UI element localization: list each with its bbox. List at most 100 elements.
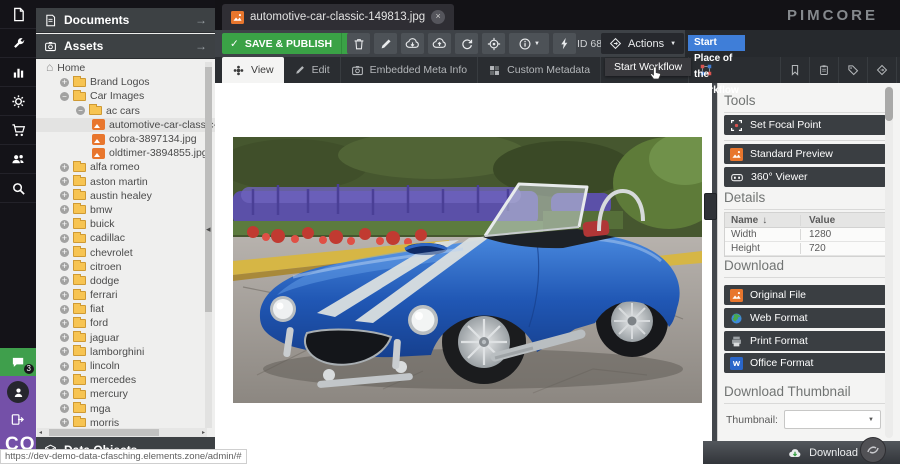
tree-item[interactable]: Brand Logos <box>36 75 215 89</box>
tree-item[interactable]: buick <box>36 217 215 231</box>
rail-settings-button[interactable] <box>0 87 36 116</box>
tree-expander-icon[interactable] <box>60 205 69 214</box>
tree-expander-icon[interactable] <box>60 333 69 342</box>
tree-expander-icon[interactable] <box>60 78 69 87</box>
tree-item[interactable]: bmw <box>36 203 215 217</box>
save-publish-button[interactable]: ✓ SAVE & PUBLISH ▼ <box>222 33 362 54</box>
locate-in-tree-button[interactable] <box>482 33 505 54</box>
tree-item[interactable]: austin healey <box>36 189 215 203</box>
tree-item[interactable]: fiat <box>36 302 215 316</box>
delete-button[interactable] <box>347 33 370 54</box>
set-focal-point-button[interactable]: Set Focal Point <box>724 115 886 135</box>
download-office-button[interactable]: Office Format <box>724 353 886 373</box>
tree-item[interactable]: chevrolet <box>36 245 215 259</box>
tree-item[interactable]: ac cars <box>36 104 215 118</box>
tree-expander-icon[interactable] <box>60 262 69 271</box>
tab-edit[interactable]: Edit <box>284 57 341 83</box>
tree-expander-icon[interactable] <box>76 106 85 115</box>
tree-expander-icon[interactable] <box>60 390 69 399</box>
tree-item[interactable]: alfa romeo <box>36 160 215 174</box>
tree-item[interactable]: automotive-car-classic-14 <box>36 118 215 132</box>
actions-button[interactable]: Actions ▼ <box>601 33 684 54</box>
details-column-name[interactable]: Name ↓ <box>725 215 801 226</box>
upload-version-button[interactable] <box>428 33 451 54</box>
side-panel-scrollbar-thumb[interactable] <box>885 87 893 121</box>
download-print-button[interactable]: Print Format <box>724 331 886 351</box>
tree-item[interactable]: citroen <box>36 260 215 274</box>
tree-collapse-icon[interactable]: ◂ <box>206 224 211 235</box>
viewer-360-button[interactable]: 360° Viewer <box>724 167 886 187</box>
tab-embedded-meta-info[interactable]: Embedded Meta Info <box>341 57 478 83</box>
tree-expander-icon[interactable] <box>60 276 69 285</box>
tree-expander-icon[interactable] <box>60 234 69 243</box>
rail-search-button[interactable] <box>0 174 36 203</box>
tree-item[interactable]: mercury <box>36 387 215 401</box>
reload-button[interactable] <box>455 33 478 54</box>
tab-tags[interactable] <box>839 57 868 83</box>
tree-expander-icon[interactable] <box>60 362 69 371</box>
download-original-button[interactable]: Original File <box>724 285 886 305</box>
tree-item[interactable]: ford <box>36 316 215 330</box>
close-icon[interactable]: × <box>431 10 445 24</box>
tree-horizontal-scrollbar-thumb[interactable] <box>49 429 159 436</box>
tree-expander-icon[interactable] <box>60 92 69 101</box>
tree-item[interactable]: cadillac <box>36 231 215 245</box>
tree-expander-icon[interactable] <box>60 291 69 300</box>
scroll-left-icon[interactable]: ◂ <box>39 429 42 436</box>
download-web-button[interactable]: Web Format <box>724 308 886 328</box>
rail-ecommerce-button[interactable] <box>0 116 36 145</box>
tree-expander-icon[interactable] <box>60 404 69 413</box>
clear-cache-button[interactable] <box>553 33 576 54</box>
tree-item[interactable]: cobra-3897134.jpg <box>36 132 215 146</box>
tree-item[interactable]: mercedes <box>36 373 215 387</box>
tree-item[interactable]: lincoln <box>36 359 215 373</box>
tree-item[interactable]: lamborghini <box>36 345 215 359</box>
tab-schedule-bookmark[interactable] <box>781 57 810 83</box>
thumbnail-select[interactable]: ▼ <box>784 410 881 429</box>
tree-vertical-scrollbar-thumb[interactable] <box>205 67 212 312</box>
tree-expander-icon[interactable] <box>60 347 69 356</box>
download-version-button[interactable] <box>401 33 424 54</box>
footer-download-button[interactable]: Download <box>787 443 858 462</box>
tree-expander-icon[interactable] <box>60 248 69 257</box>
tree-expander-icon[interactable] <box>60 220 69 229</box>
tree-item[interactable]: aston martin <box>36 175 215 189</box>
assets-panel-header[interactable]: Assets → <box>36 34 215 59</box>
tree-item[interactable]: dodge <box>36 274 215 288</box>
logout-icon[interactable] <box>10 412 25 427</box>
tree-horizontal-scrollbar[interactable]: ◂ ▸ <box>37 428 207 437</box>
tree-expander-icon[interactable] <box>60 177 69 186</box>
tree-item[interactable]: jaguar <box>36 331 215 345</box>
tab-dependencies[interactable] <box>868 57 897 83</box>
tree-expander-icon[interactable] <box>60 163 69 172</box>
tree-item[interactable]: Car Images <box>36 89 215 103</box>
side-panel-scrollbar[interactable] <box>885 86 893 438</box>
info-button[interactable]: ▼ <box>509 33 549 54</box>
tree-expander-icon[interactable] <box>60 376 69 385</box>
tree-expander-icon[interactable] <box>60 305 69 314</box>
tree-vertical-scrollbar[interactable] <box>205 62 212 428</box>
tree-item[interactable]: morris <box>36 416 215 428</box>
tree-item[interactable]: oldtimer-3894855.jpg <box>36 146 215 160</box>
documents-panel-header[interactable]: Documents → <box>36 8 215 33</box>
scroll-right-icon[interactable]: ▸ <box>202 429 205 436</box>
rail-notifications-button[interactable]: 3 <box>0 348 36 376</box>
rename-button[interactable] <box>374 33 397 54</box>
tree-item[interactable]: mga <box>36 402 215 416</box>
rail-users-button[interactable] <box>0 145 36 174</box>
rail-reports-button[interactable] <box>0 58 36 87</box>
corner-badge-button[interactable] <box>860 437 886 463</box>
tab-custom-metadata[interactable]: Custom Metadata <box>478 57 601 83</box>
tree-item[interactable]: ferrari <box>36 288 215 302</box>
rail-documents-button[interactable] <box>0 0 36 29</box>
tree-expander-icon[interactable] <box>60 418 69 427</box>
details-column-value[interactable]: Value <box>801 215 885 226</box>
tree-expander-icon[interactable] <box>60 191 69 200</box>
rail-tools-button[interactable] <box>0 29 36 58</box>
tree-expander-icon[interactable] <box>60 319 69 328</box>
avatar[interactable] <box>7 381 29 403</box>
tree-item[interactable]: Home <box>36 61 215 75</box>
open-asset-tab[interactable]: automotive-car-classic-149813.jpg × <box>222 4 454 30</box>
tab-view[interactable]: View <box>222 57 284 83</box>
standard-preview-button[interactable]: Standard Preview <box>724 144 886 164</box>
